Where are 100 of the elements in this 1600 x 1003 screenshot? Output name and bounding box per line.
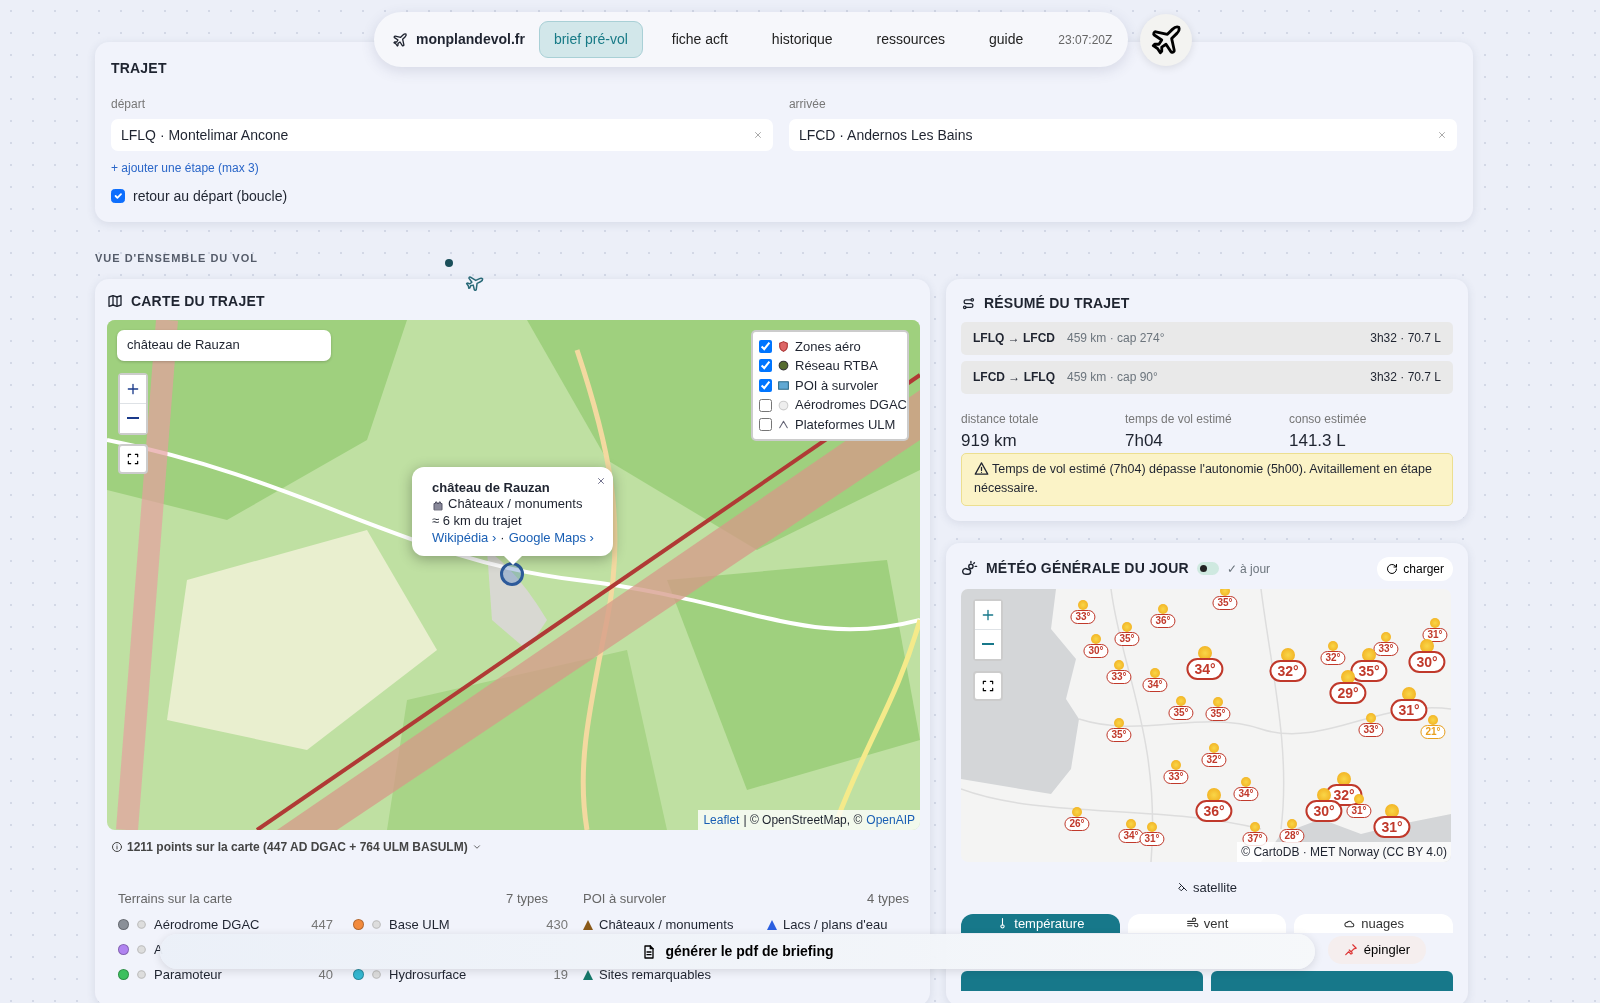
sun-icon bbox=[1122, 621, 1132, 632]
plane-button[interactable] bbox=[1140, 14, 1192, 66]
section-label: VUE D'ENSEMBLE DU VOL bbox=[95, 251, 258, 266]
generate-pdf-button[interactable]: générer le pdf de briefing bbox=[160, 934, 1315, 969]
fullscreen-button[interactable] bbox=[973, 670, 1003, 701]
leg-route: LFCD → LFLQ bbox=[973, 369, 1055, 386]
wind-icon bbox=[1185, 917, 1199, 930]
plane-icon bbox=[392, 31, 408, 48]
wikipedia-link[interactable]: Wikipédia › bbox=[432, 530, 497, 548]
sun-icon bbox=[1126, 818, 1136, 829]
popup-category: Châteaux / monuments bbox=[448, 496, 583, 514]
shield-icon bbox=[777, 339, 790, 353]
stat-value: 141.3 L bbox=[1289, 429, 1347, 452]
nav-tab[interactable]: guide bbox=[974, 21, 1039, 58]
fullscreen-button[interactable] bbox=[118, 443, 148, 474]
google-maps-link[interactable]: Google Maps › bbox=[508, 530, 594, 548]
card-title: RÉSUMÉ DU TRAJET bbox=[984, 293, 1130, 313]
layer-tab[interactable]: température bbox=[961, 914, 1120, 933]
warning-message: Temps de vol estimé (7h04) dépasse l'autonomie (5h00). Avitaillement en étape nécessaire. bbox=[961, 453, 1453, 506]
sun-icon bbox=[1241, 776, 1251, 787]
stat-value: 919 km bbox=[961, 429, 1018, 452]
legend-label: Châteaux / monuments bbox=[599, 915, 734, 934]
fullscreen-icon bbox=[126, 451, 140, 466]
airport-field[interactable]: LFCD · Andernos Les Bains bbox=[788, 119, 1457, 151]
info-icon bbox=[111, 840, 123, 853]
reload-button[interactable]: charger bbox=[1377, 556, 1453, 581]
legend-title: Terrains sur la carte bbox=[118, 889, 233, 908]
airport-field[interactable]: LFLQ · Montelimar Ancone bbox=[111, 119, 773, 151]
legend-label: Base ULM bbox=[389, 915, 450, 934]
marker-dot bbox=[445, 259, 453, 267]
field-label: départ bbox=[111, 96, 147, 113]
round-icon bbox=[777, 359, 790, 373]
zoom-in-button[interactable] bbox=[120, 374, 146, 404]
layer-checkbox[interactable] bbox=[759, 418, 772, 432]
map-search-field[interactable]: château de Rauzan bbox=[117, 329, 331, 361]
sun-icon bbox=[1147, 821, 1157, 832]
layer-checkbox[interactable] bbox=[759, 379, 772, 392]
sun-icon bbox=[1158, 603, 1168, 614]
layer-tab[interactable]: nuages bbox=[1294, 914, 1453, 933]
map-icon bbox=[107, 293, 123, 309]
attribution-link[interactable]: Leaflet bbox=[703, 810, 740, 829]
route-icon bbox=[961, 295, 976, 311]
loop-checkbox[interactable] bbox=[111, 189, 125, 203]
nav-tab[interactable]: fiche acft bbox=[656, 21, 743, 58]
sun-icon bbox=[1209, 742, 1219, 753]
symbol-icon bbox=[135, 943, 148, 956]
sun-icon bbox=[1078, 599, 1088, 610]
popup-title: château de Rauzan bbox=[432, 479, 551, 497]
nav-tab[interactable]: brief pré-vol bbox=[538, 21, 643, 58]
points-note: 1211 points sur la carte (447 AD DGAC + 764 ULM BASULM) bbox=[127, 838, 468, 856]
minus-icon bbox=[127, 417, 139, 419]
layer-label: Plateformes ULM bbox=[795, 415, 896, 434]
link-separator: · bbox=[500, 530, 505, 548]
leg-time: 3h32 · 70.7 L bbox=[1370, 330, 1441, 347]
circle-icon bbox=[777, 398, 790, 412]
attribution-link[interactable]: OpenAIP bbox=[866, 810, 915, 829]
legend-label: A bbox=[154, 940, 163, 959]
clear-icon[interactable] bbox=[752, 130, 763, 140]
stat-label: distance totale bbox=[961, 410, 1040, 428]
layer-checkbox[interactable] bbox=[759, 398, 772, 412]
status-toggle[interactable] bbox=[1196, 562, 1219, 575]
sun-icon bbox=[1428, 714, 1438, 725]
type-count: 4 types bbox=[867, 889, 909, 908]
zoom-in-button[interactable] bbox=[975, 600, 1001, 630]
sun-icon bbox=[1176, 695, 1186, 706]
close-icon bbox=[596, 475, 606, 486]
map-attribution: © CartoDB · MET Norway (CC BY 4.0) bbox=[1237, 841, 1451, 862]
nav-tab[interactable]: historique bbox=[756, 21, 848, 58]
sun-icon bbox=[1287, 818, 1297, 829]
layer-tab[interactable]: vent bbox=[1127, 914, 1287, 933]
attribution-text: | © OpenStreetMap, © bbox=[743, 811, 863, 829]
sun-icon bbox=[1220, 588, 1230, 596]
stat-label: temps de vol estimé bbox=[1125, 410, 1233, 428]
brand-link[interactable]: monplandevol.fr bbox=[392, 29, 525, 50]
sun-icon bbox=[1091, 633, 1101, 644]
popup-distance: ≈ 6 km du trajet bbox=[432, 513, 523, 531]
nav-tab[interactable]: ressources bbox=[861, 21, 961, 58]
sun-icon bbox=[1072, 806, 1082, 817]
add-stop-link[interactable]: + ajouter une étape (max 3) bbox=[111, 159, 259, 177]
symbol-icon bbox=[370, 968, 383, 981]
legend-label: Lacs / plans d'eau bbox=[783, 915, 888, 934]
layer-label: POI à survoler bbox=[795, 376, 879, 395]
field-label: arrivée bbox=[788, 96, 827, 113]
checkbox-label: retour au départ (boucle) bbox=[133, 186, 288, 206]
sun-icon bbox=[1250, 821, 1260, 832]
satellite-link[interactable]: satellite bbox=[1176, 877, 1238, 897]
status-text: ✓ à jour bbox=[1226, 560, 1271, 578]
plane-icon bbox=[1149, 23, 1183, 57]
sun-icon bbox=[1114, 717, 1124, 728]
warning-icon bbox=[974, 461, 989, 476]
clock-time: 23:07:20Z bbox=[1058, 31, 1113, 49]
layer-checkbox[interactable] bbox=[759, 359, 772, 373]
layer-checkbox[interactable] bbox=[759, 339, 772, 353]
minus-icon bbox=[982, 643, 994, 645]
clear-icon[interactable] bbox=[1437, 130, 1447, 140]
sun-icon bbox=[1171, 759, 1181, 770]
weather-icon bbox=[961, 560, 978, 577]
pin-button[interactable]: épingler bbox=[1328, 936, 1426, 964]
card-title: MÉTÉO GÉNÉRALE DU JOUR bbox=[986, 559, 1189, 578]
refresh-icon bbox=[1386, 562, 1399, 575]
